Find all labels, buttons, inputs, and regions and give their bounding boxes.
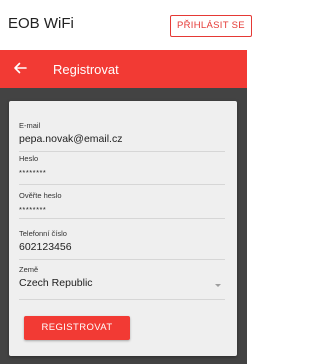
phone-input[interactable]: 602123456 [19,241,225,253]
password-label: Heslo [19,154,39,163]
email-input[interactable]: pepa.novak@email.cz [19,133,225,145]
email-label: E-mail [19,121,41,130]
dropdown-caret-icon[interactable] [215,284,221,287]
email-field[interactable]: E-mail pepa.novak@email.cz [19,121,225,152]
phone-field[interactable]: Telefonní číslo 602123456 [19,229,225,260]
country-value[interactable]: Czech Republic [19,277,225,289]
phone-label: Telefonní číslo [19,229,67,238]
country-label: Země [19,265,39,274]
register-button[interactable]: REGISTROVAT [24,316,130,340]
page-header: Registrovat [0,50,247,88]
page-title: Registrovat [53,62,119,77]
password-confirm-input[interactable]: ******** [19,205,225,214]
top-app-bar: EOB WiFi PŘIHLÁSIT SE [0,0,252,50]
country-underline [19,299,225,300]
password-confirm-underline [19,218,225,219]
login-button[interactable]: PŘIHLÁSIT SE [170,15,252,37]
arrow-left-icon[interactable] [12,60,28,76]
email-underline [19,151,225,152]
password-underline [19,184,225,185]
password-confirm-field[interactable]: Ověřte heslo ******** [19,191,225,219]
phone-underline [19,259,225,260]
password-confirm-label: Ověřte heslo [19,191,62,200]
password-input[interactable]: ******** [19,168,225,177]
password-field[interactable]: Heslo ******** [19,154,225,185]
app-title: EOB WiFi [8,15,74,32]
country-select[interactable]: Země Czech Republic [19,265,225,300]
